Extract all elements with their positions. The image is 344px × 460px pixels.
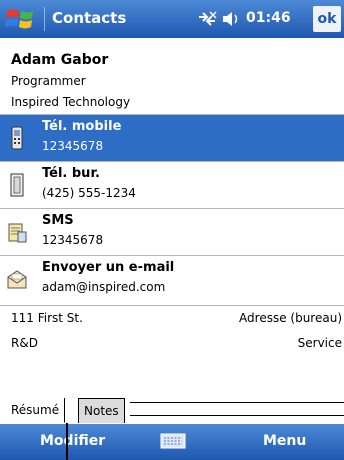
connectivity-icon[interactable] [196, 9, 218, 29]
title-bar: Contacts 01:46 ok [0, 0, 344, 38]
row-label: Tél. bur. [42, 166, 100, 181]
company-name: Inspired Technology [11, 95, 131, 109]
title-separator [44, 7, 45, 31]
tab-summary[interactable]: Résumé [6, 398, 66, 423]
app-title: Contacts [52, 9, 127, 27]
row-label: Tél. mobile [42, 119, 122, 134]
row-label: Envoyer un e-mail [42, 260, 175, 275]
tab-notes[interactable]: Notes [78, 398, 125, 423]
volume-icon[interactable] [220, 9, 242, 29]
tab-strip: Résumé Notes [0, 398, 344, 423]
edit-softkey[interactable]: Modifier [40, 433, 105, 449]
text-cursor [66, 423, 68, 460]
action-row-mobile-phone[interactable]: Tél. mobile 12345678 [0, 114, 344, 161]
row-value: 12345678 [42, 233, 104, 247]
department-value: R&D [11, 336, 38, 350]
tab-divider [130, 415, 344, 416]
row-value: 12345678 [42, 139, 104, 153]
sms-icon [8, 223, 27, 243]
action-row-desk-phone[interactable]: Tél. bur. (425) 555-1234 [0, 161, 344, 208]
action-row-email[interactable]: Envoyer un e-mail adam@inspired.com [0, 255, 344, 302]
windows-start-icon[interactable] [4, 5, 38, 33]
address-value: 111 First St. [11, 311, 83, 325]
job-title: Programmer [11, 74, 86, 88]
contact-header: Adam Gabor Programmer Inspired Technolog… [0, 38, 344, 114]
menu-bar: Modifier Menu [0, 424, 344, 460]
desk-phone-icon [10, 173, 24, 197]
mobile-phone-icon [11, 126, 23, 150]
tab-divider [130, 402, 344, 403]
email-icon [7, 270, 27, 289]
action-row-sms[interactable]: SMS 12345678 [0, 208, 344, 255]
clock[interactable]: 01:46 [246, 10, 291, 26]
ok-button[interactable]: ok [313, 6, 341, 32]
row-value: adam@inspired.com [42, 280, 166, 294]
row-value: (425) 555-1234 [42, 186, 136, 200]
department-label: Service [297, 336, 342, 350]
contact-name: Adam Gabor [11, 52, 109, 68]
row-label: SMS [42, 213, 74, 228]
keyboard-icon[interactable] [160, 432, 186, 450]
address-label: Adresse (bureau) [239, 311, 342, 325]
address-row[interactable]: 111 First St. Adresse (bureau) [0, 305, 344, 330]
department-row[interactable]: R&D Service [0, 331, 344, 355]
menu-softkey[interactable]: Menu [263, 433, 306, 449]
